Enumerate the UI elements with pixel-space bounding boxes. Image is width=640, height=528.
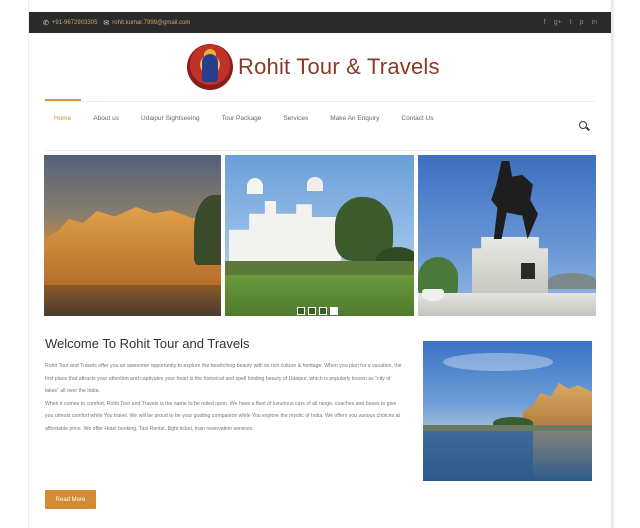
nav-item-about-us[interactable]: About us	[93, 115, 119, 122]
nav-item-tour-package[interactable]: Tour Package	[222, 115, 262, 122]
top-bar: ✆ +91-9672903305 ✉ rohit.kumar.7999@gmai…	[29, 12, 611, 33]
hedge-shape	[225, 261, 414, 275]
pinterest-icon[interactable]: p	[580, 19, 584, 26]
nav-item-services[interactable]: Services	[283, 115, 308, 122]
hills-shape	[548, 273, 596, 289]
page-frame-line	[28, 0, 29, 528]
site-name: Rohit Tour & Travels	[238, 54, 440, 79]
city-skyline-shape	[523, 383, 592, 431]
equestrian-statue-shape	[491, 161, 538, 239]
welcome-section: Welcome To Rohit Tour and Travels Rohit …	[45, 336, 405, 435]
slide-statue	[418, 155, 596, 316]
facebook-icon[interactable]: f	[544, 19, 546, 26]
nav-item-udaipur-sightseeing[interactable]: Udaipur Sightseeing	[141, 115, 200, 122]
palace-shape	[229, 201, 341, 265]
pedestal-shape	[472, 237, 548, 293]
nav-item-home[interactable]: Home	[54, 115, 71, 122]
logo	[187, 44, 233, 90]
dome-shape	[247, 178, 263, 194]
nav-item-contact-us[interactable]: Contact Us	[401, 115, 433, 122]
main-nav: Home About us Udaipur Sightseeing Tour P…	[54, 115, 456, 122]
plaque-shape	[521, 263, 535, 279]
read-more-button[interactable]: Read More	[45, 490, 96, 509]
phone-icon: ✆	[43, 19, 49, 27]
lake-water-shape	[44, 285, 221, 316]
slider-dot-2[interactable]	[308, 307, 316, 315]
urn-shape	[422, 289, 444, 301]
google-plus-icon[interactable]: g+	[554, 19, 562, 26]
linkedin-icon[interactable]: in	[592, 19, 597, 26]
slide-city-palace	[44, 155, 221, 316]
nav-divider-top	[45, 101, 595, 102]
nav-item-make-an-enquiry[interactable]: Make An Enquiry	[330, 115, 379, 122]
slider-dot-1[interactable]	[297, 307, 305, 315]
mail-icon: ✉	[103, 19, 110, 27]
welcome-title: Welcome To Rohit Tour and Travels	[45, 336, 250, 351]
cloud-shape	[443, 353, 553, 371]
lake-city-image	[423, 341, 592, 481]
social-links: f g+ t p in	[544, 19, 597, 26]
nav-divider-bottom	[45, 150, 595, 151]
slider-dot-4[interactable]	[330, 307, 338, 315]
slider-dot-3[interactable]	[319, 307, 327, 315]
slider-pagination	[297, 307, 338, 315]
trees-shape	[194, 195, 221, 265]
phone-link[interactable]: ✆ +91-9672903305	[43, 19, 97, 27]
slide-monsoon-palace	[225, 155, 414, 316]
welcome-paragraph-1: Rohit Tour and Travels offer you an awes…	[45, 363, 402, 394]
welcome-paragraph-2: When it comes to comfort, Rohit Tour and…	[45, 400, 400, 432]
email-link[interactable]: ✉ rohit.kumar.7999@gmail.com	[103, 19, 190, 27]
image-slider[interactable]	[44, 155, 596, 317]
logo-deity-shape	[202, 54, 218, 82]
twitter-icon[interactable]: t	[570, 19, 572, 26]
site-brand[interactable]: Rohit Tour & Travels	[187, 42, 440, 92]
dome-shape	[307, 177, 323, 191]
right-margin	[615, 0, 640, 528]
contact-info: ✆ +91-9672903305 ✉ rohit.kumar.7999@gmai…	[43, 19, 196, 27]
email-address: rohit.kumar.7999@gmail.com	[112, 19, 191, 26]
reflection-shape	[533, 431, 592, 481]
plaza-shape	[418, 293, 596, 316]
phone-number: +91-9672903305	[51, 19, 98, 26]
search-icon[interactable]	[579, 121, 587, 129]
